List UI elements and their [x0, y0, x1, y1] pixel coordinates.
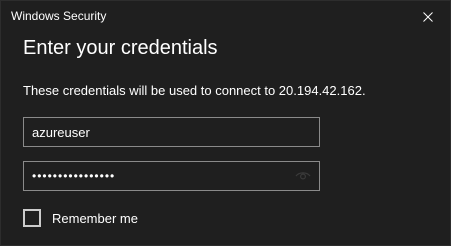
close-button[interactable] [406, 1, 450, 33]
close-icon [423, 12, 433, 22]
window-title: Windows Security [11, 9, 107, 23]
eye-icon [295, 172, 311, 180]
password-field-box [23, 161, 320, 191]
credentials-dialog: Windows Security Enter your credentials … [0, 0, 451, 246]
remember-me-checkbox[interactable] [23, 209, 41, 227]
username-field-box [23, 117, 320, 147]
reveal-password-button[interactable] [293, 169, 313, 183]
dialog-heading: Enter your credentials [23, 37, 218, 59]
remember-me-option[interactable]: Remember me [23, 209, 138, 227]
username-input[interactable] [24, 118, 319, 146]
dialog-message: These credentials will be used to connec… [23, 83, 366, 98]
remember-me-label: Remember me [52, 210, 138, 226]
password-input[interactable] [24, 162, 319, 190]
